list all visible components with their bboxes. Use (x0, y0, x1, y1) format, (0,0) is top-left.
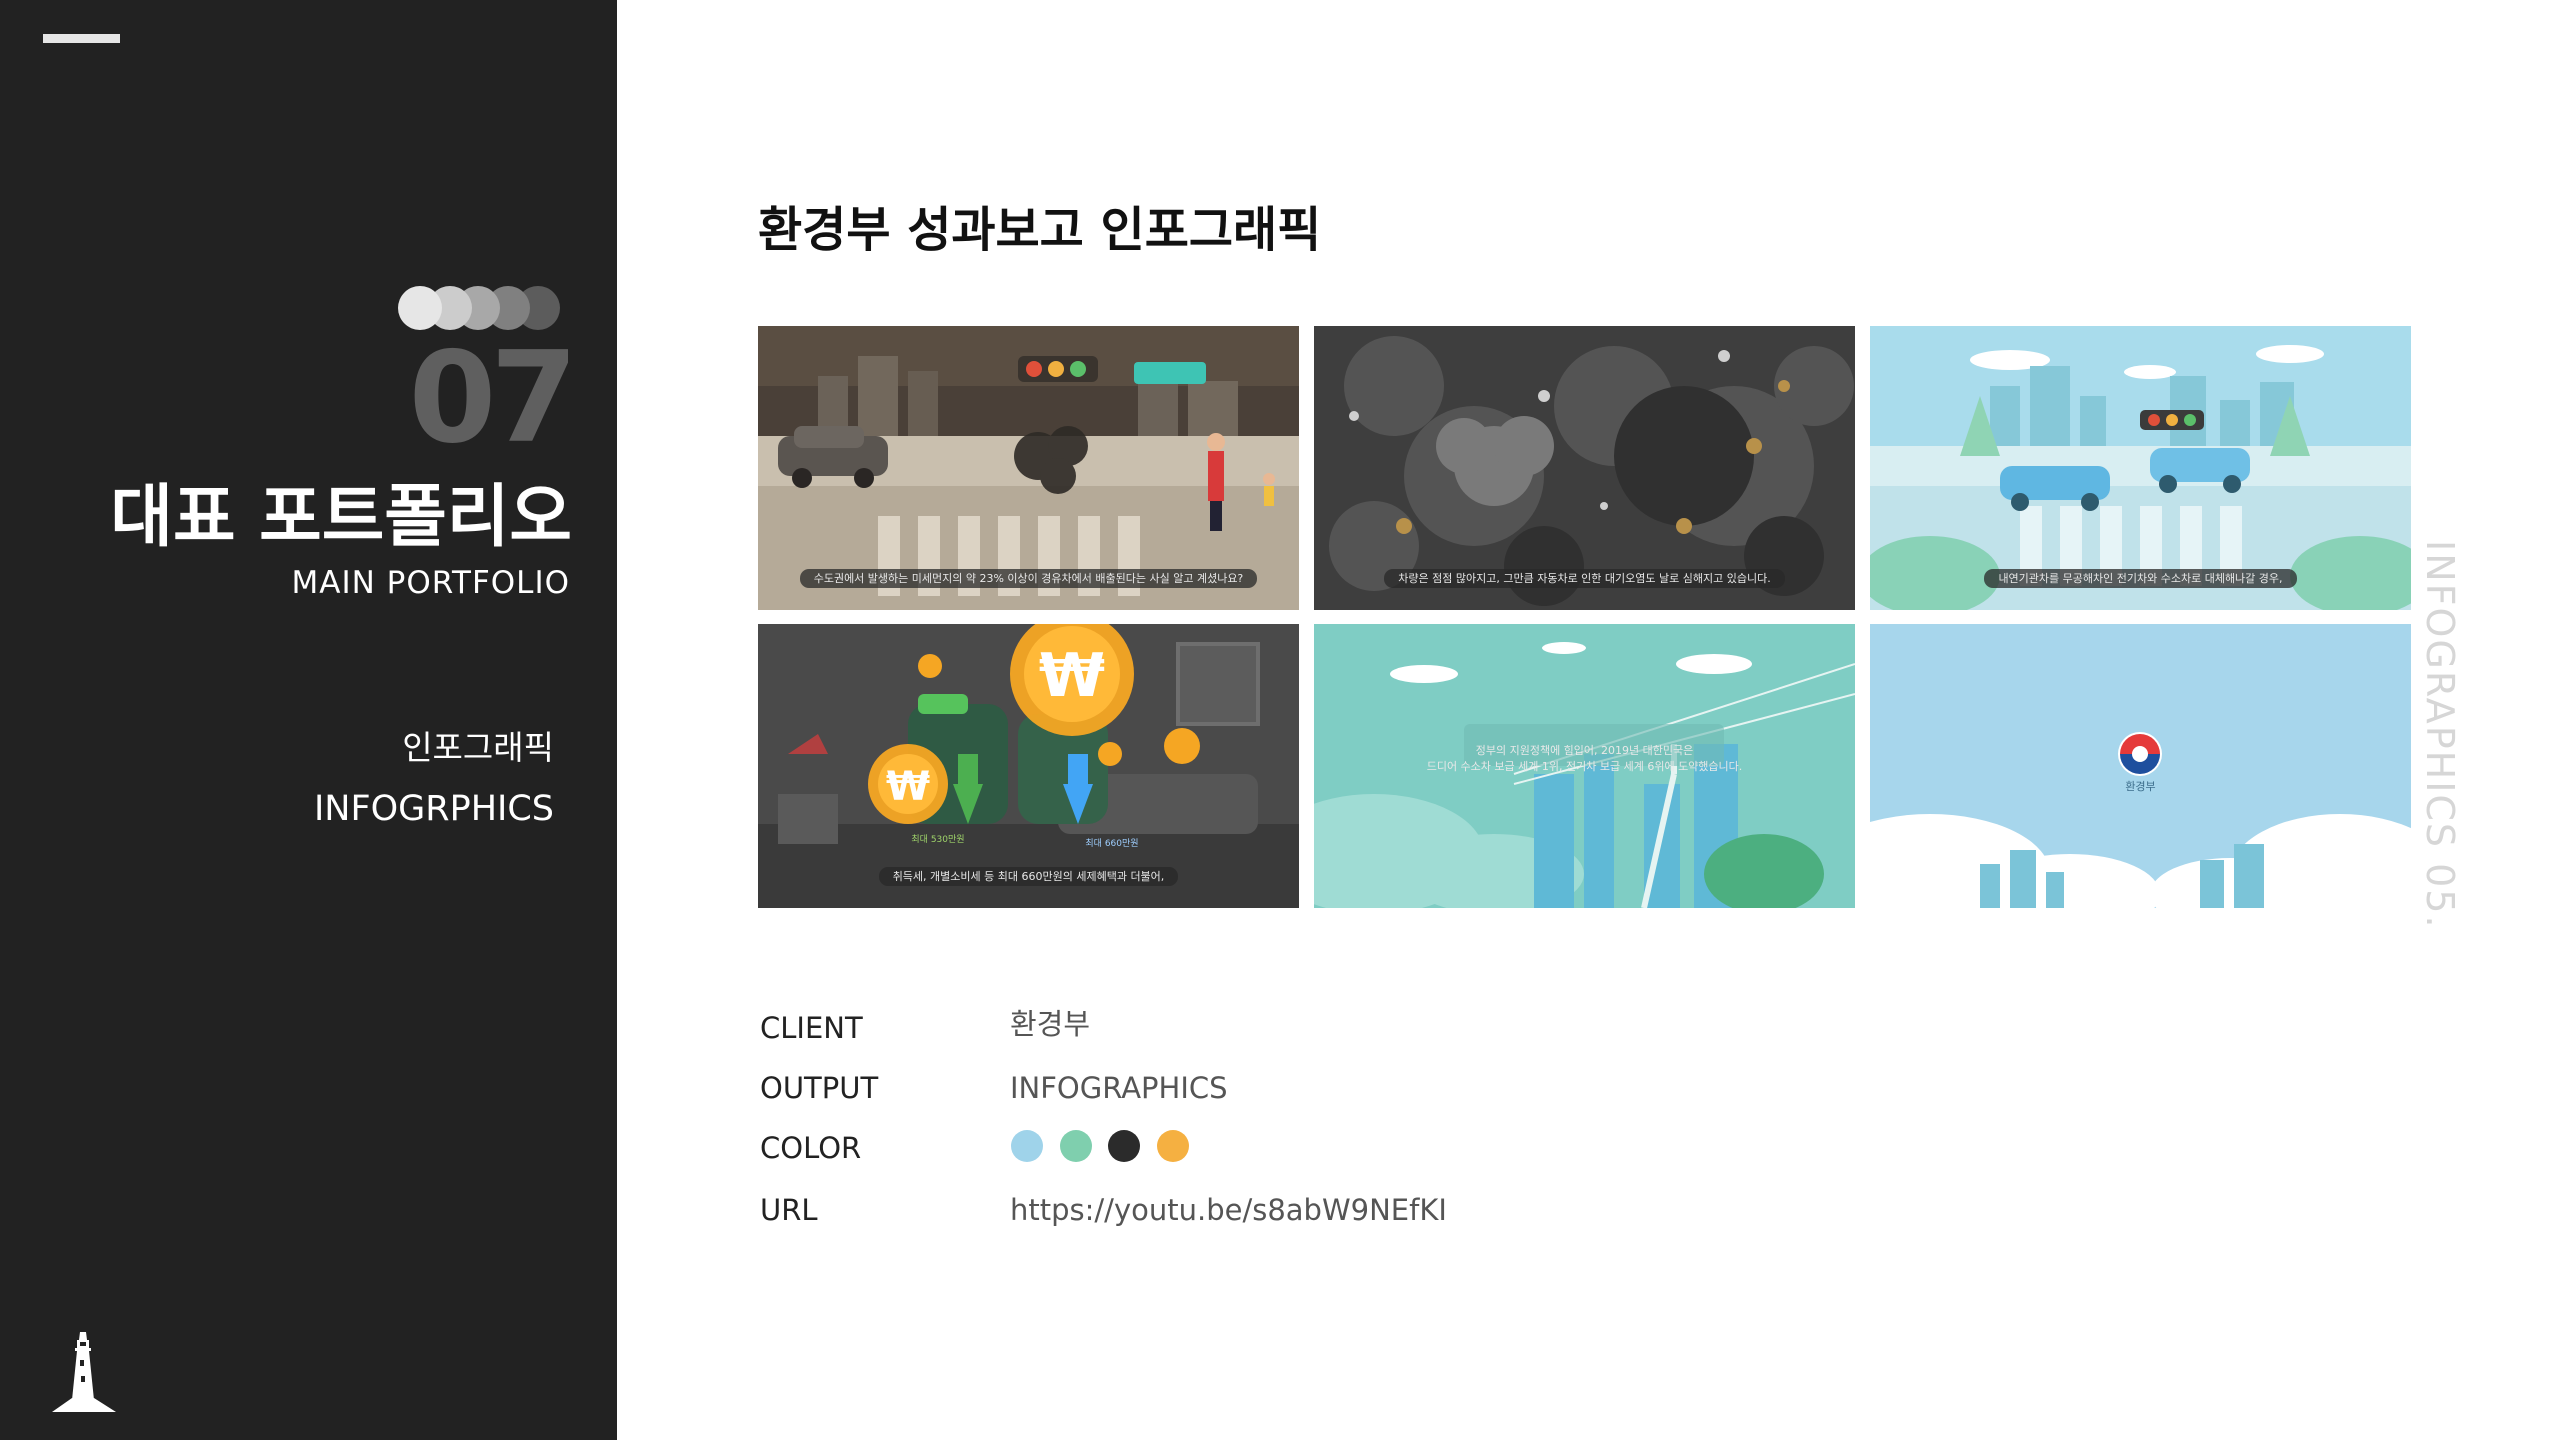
thumbnail-6-image (1870, 624, 2411, 908)
color-swatch-light-blue (1011, 1130, 1043, 1162)
client-label: CLIENT (760, 1011, 863, 1045)
benefit-label-left: 최대 530만원 (911, 834, 964, 845)
section-number: 07 (408, 324, 578, 471)
thumbnail-2-image (1314, 326, 1855, 610)
color-swatch-orange (1157, 1130, 1189, 1162)
color-label: COLOR (760, 1131, 862, 1165)
thumbnail-3[interactable]: 내연기관차를 무공해차인 전기차와 수소차로 대체해나갈 경우, (1870, 326, 2411, 610)
vertical-section-label: INFOGRAPHICS 05. (2418, 540, 2462, 930)
coin-symbol-large: ₩ (1039, 641, 1105, 711)
thumbnail-1[interactable]: 수도권에서 발생하는 미세먼지의 약 23% 이상이 경유차에서 배출된다는 사… (758, 326, 1299, 610)
color-swatch-mint (1060, 1130, 1092, 1162)
thumbnail-3-caption: 내연기관차를 무공해차인 전기차와 수소차로 대체해나갈 경우, (1870, 569, 2411, 588)
thumbnail-5-caption: 정부의 지원정책에 힘입어, 2019년 대한민국은 드디어 수소차 보급 세계… (1426, 744, 1743, 773)
url-label: URL (760, 1193, 818, 1227)
lighthouse-icon (52, 1332, 116, 1412)
category-label-ko[interactable]: 인포그래픽 (60, 726, 554, 770)
thumbnail-1-image (758, 326, 1299, 610)
category-label-en[interactable]: INFOGRPHICS (60, 786, 554, 832)
thumbnail-4-caption: 취득세, 개별소비세 등 최대 660만원의 세제혜택과 더불어, (758, 867, 1299, 886)
sidebar: 07 대표 포트폴리오 MAIN PORTFOLIO 인포그래픽 INFOGRP… (0, 0, 617, 1440)
thumbnail-6-caption: 환경부 (2125, 780, 2156, 793)
thumbnail-2-caption: 차량은 점점 많아지고, 그만큼 자동차로 인한 대기오염도 날로 심해지고 있… (1314, 569, 1855, 588)
thumbnail-3-image (1870, 326, 2411, 610)
output-label: OUTPUT (760, 1071, 879, 1105)
output-value: INFOGRAPHICS (1010, 1071, 1228, 1105)
thumbnail-4[interactable]: ₩ ₩ 최대 530만원 최대 660만원 취득세, 개별소비세 등 최대 66… (758, 624, 1299, 908)
thumbnail-2[interactable]: 차량은 점점 많아지고, 그만큼 자동차로 인한 대기오염도 날로 심해지고 있… (1314, 326, 1855, 610)
hamburger-icon[interactable] (43, 34, 120, 43)
section-title-en: MAIN PORTFOLIO (291, 565, 570, 601)
benefit-label-right: 최대 660만원 (1085, 838, 1138, 849)
thumbnail-1-caption: 수도권에서 발생하는 미세먼지의 약 23% 이상이 경유차에서 배출된다는 사… (758, 569, 1299, 588)
url-link[interactable]: https://youtu.be/s8abW9NEfKI (1010, 1190, 1447, 1230)
client-value: 환경부 (1010, 1007, 1091, 1041)
thumbnail-6[interactable]: 환경부 (1870, 624, 2411, 908)
page-title: 환경부 성과보고 인포그래픽 (758, 202, 1322, 258)
color-swatch-dark (1108, 1130, 1140, 1162)
coin-symbol-small: ₩ (886, 764, 930, 810)
thumbnail-5[interactable]: 정부의 지원정책에 힘입어, 2019년 대한민국은 드디어 수소차 보급 세계… (1314, 624, 1855, 908)
section-title-ko: 대표 포트폴리오 (110, 478, 572, 557)
thumbnail-4-image: ₩ ₩ 최대 530만원 최대 660만원 (758, 624, 1299, 908)
